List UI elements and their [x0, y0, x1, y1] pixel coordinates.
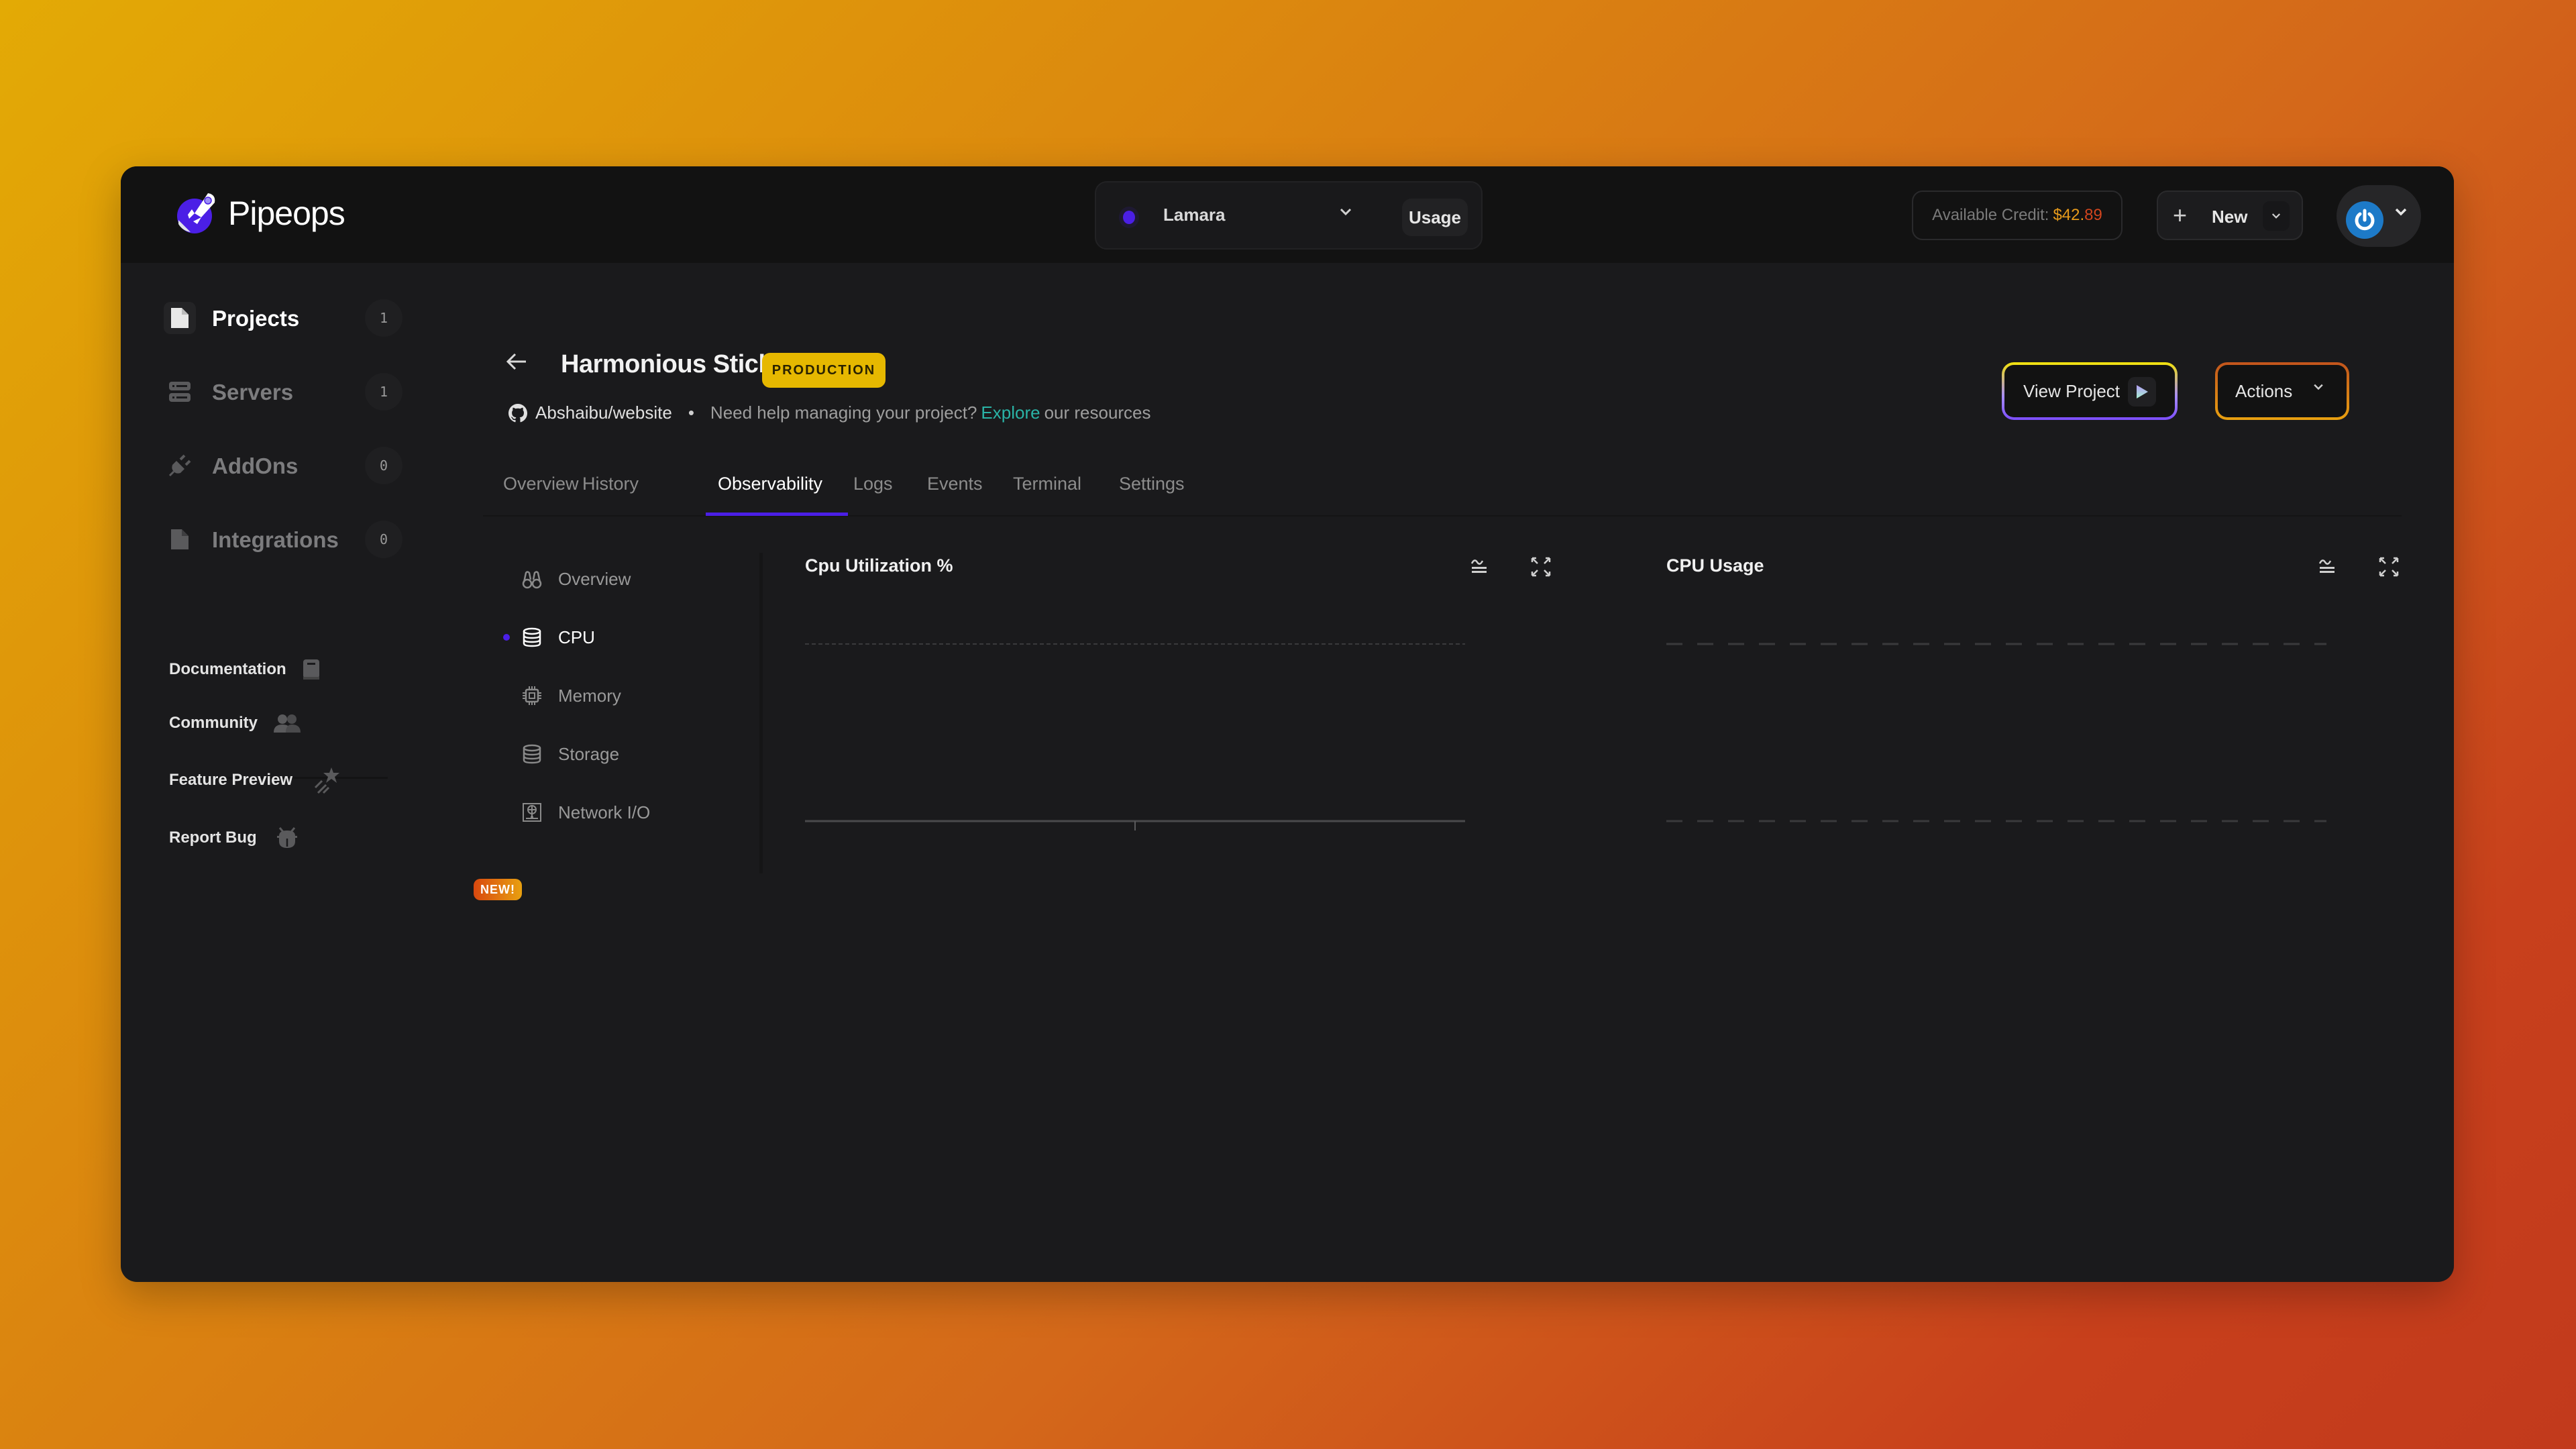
server-icon	[164, 376, 196, 408]
bug-icon	[276, 826, 297, 849]
chevron-down-icon	[2393, 204, 2409, 225]
obs-nav-label: Storage	[558, 744, 620, 764]
actions-button[interactable]: Actions	[2215, 362, 2349, 420]
play-icon	[2128, 377, 2156, 407]
chart-type-icon[interactable]	[2316, 555, 2339, 578]
selected-project: Lamara	[1163, 205, 1226, 225]
aux-label: Feature Preview	[169, 771, 293, 789]
report-bug-link[interactable]: Report Bug	[169, 821, 297, 855]
available-credit: Available Credit: $42.89	[1912, 191, 2123, 240]
tab-logs[interactable]: Logs	[853, 474, 893, 517]
sidebar-item-addons[interactable]: AddOns 0	[164, 445, 405, 486]
tab-events[interactable]: Events	[927, 474, 983, 517]
github-icon	[508, 403, 527, 422]
back-arrow-icon[interactable]	[504, 352, 529, 378]
app-name: Pipeops	[228, 195, 345, 232]
view-project-button[interactable]: View Project	[2002, 362, 2178, 420]
sidebar-item-label: Servers	[212, 380, 294, 405]
chip-icon	[523, 686, 541, 705]
chart-title: Cpu Utilization %	[805, 555, 953, 576]
project-title: Harmonious Stick	[561, 350, 773, 378]
environment-badge: PRODUCTION	[762, 353, 885, 388]
count-badge: 1	[365, 299, 402, 337]
aux-label: Documentation	[169, 660, 286, 678]
database-icon	[523, 627, 541, 647]
view-project-label: View Project	[2023, 381, 2121, 401]
aux-label: Report Bug	[169, 828, 257, 847]
chart-title: CPU Usage	[1666, 555, 1764, 576]
separator-dot: •	[688, 402, 694, 423]
count-badge: 1	[365, 373, 402, 411]
logo[interactable]: Pipeops	[174, 186, 345, 240]
network-icon	[523, 803, 541, 822]
actions-label: Actions	[2235, 381, 2293, 401]
sidebar-item-projects[interactable]: Projects 1	[164, 298, 405, 338]
tab-history[interactable]: History	[582, 474, 639, 517]
plug-icon	[164, 449, 196, 482]
repo-link[interactable]: Abshaibu/website	[535, 402, 672, 423]
fullscreen-icon[interactable]	[2377, 555, 2400, 578]
chevron-down-icon[interactable]	[2263, 201, 2290, 231]
obs-nav-label: Memory	[558, 686, 621, 706]
project-tabs: Overview History Observability Logs Even…	[483, 474, 2402, 517]
rocket-logo-icon	[177, 193, 215, 233]
tab-settings[interactable]: Settings	[1119, 474, 1185, 517]
count-badge: 0	[365, 447, 402, 484]
sidebar-item-integrations[interactable]: Integrations 0	[164, 519, 405, 559]
project-switcher[interactable]: Lamara Usage	[1095, 181, 1483, 250]
tab-overview[interactable]: Overview	[503, 474, 579, 517]
plus-icon: +	[2173, 201, 2188, 229]
active-indicator-dot	[503, 634, 510, 641]
help-text-suffix: our resources	[1044, 402, 1151, 423]
sidebar-item-label: Projects	[212, 306, 300, 331]
tab-observability[interactable]: Observability	[718, 474, 822, 517]
shooting-star-icon	[313, 766, 341, 794]
repo-line: Abshaibu/website • Need help managing yo…	[508, 402, 1151, 423]
usage-button[interactable]: Usage	[1402, 199, 1468, 236]
chevron-down-icon[interactable]	[1338, 204, 1354, 225]
database-icon	[523, 744, 541, 764]
aux-label: Community	[169, 714, 258, 732]
chevron-down-icon	[2312, 380, 2325, 398]
user-menu-button[interactable]	[2337, 185, 2421, 247]
documentation-link[interactable]: Documentation	[169, 653, 321, 686]
power-icon	[2355, 209, 2375, 231]
obs-nav-label: CPU	[558, 627, 595, 647]
chart-plot-area	[1666, 643, 2326, 822]
users-icon	[274, 712, 301, 735]
top-bar: Pipeops Lamara Usage Available Credit: $…	[121, 166, 2454, 263]
sidebar-item-label: Integrations	[212, 527, 339, 552]
credit-label: Available Credit:	[1932, 206, 2049, 224]
credit-amount: $42.89	[2053, 206, 2102, 225]
file-icon	[164, 523, 196, 555]
community-link[interactable]: Community	[169, 706, 301, 740]
explore-link[interactable]: Explore	[981, 402, 1040, 423]
new-button-label: New	[2212, 207, 2248, 227]
new-button[interactable]: + New	[2157, 191, 2303, 240]
credit-amount-main: $42.	[2053, 206, 2085, 224]
active-tab-indicator	[706, 513, 848, 516]
app-window: Pipeops Lamara Usage Available Credit: $…	[121, 166, 2454, 1282]
obs-nav-label: Overview	[558, 569, 631, 589]
status-dot	[1123, 211, 1135, 224]
help-text: Need help managing your project?	[710, 402, 977, 423]
count-badge: 0	[365, 521, 402, 558]
chart-cpu-utilization: Cpu Utilization %	[805, 555, 1563, 837]
feature-preview-link[interactable]: Feature Preview	[169, 763, 341, 797]
subnav-divider	[759, 553, 763, 873]
sidebar-item-servers[interactable]: Servers 1	[164, 372, 405, 412]
obs-nav-label: Network I/O	[558, 802, 651, 822]
avatar	[2346, 201, 2383, 239]
chart-cpu-usage: CPU Usage	[1666, 555, 2424, 837]
file-icon	[164, 302, 196, 334]
chart-plot-area	[805, 643, 1465, 830]
binoculars-icon	[522, 571, 542, 589]
tab-terminal[interactable]: Terminal	[1013, 474, 1081, 517]
new-badge: NEW!	[474, 879, 522, 900]
chart-type-icon[interactable]	[1468, 555, 1491, 578]
fullscreen-icon[interactable]	[1529, 555, 1552, 578]
sidebar-item-label: AddOns	[212, 453, 299, 478]
book-icon	[301, 658, 321, 681]
credit-amount-cents: 89	[2084, 206, 2102, 224]
